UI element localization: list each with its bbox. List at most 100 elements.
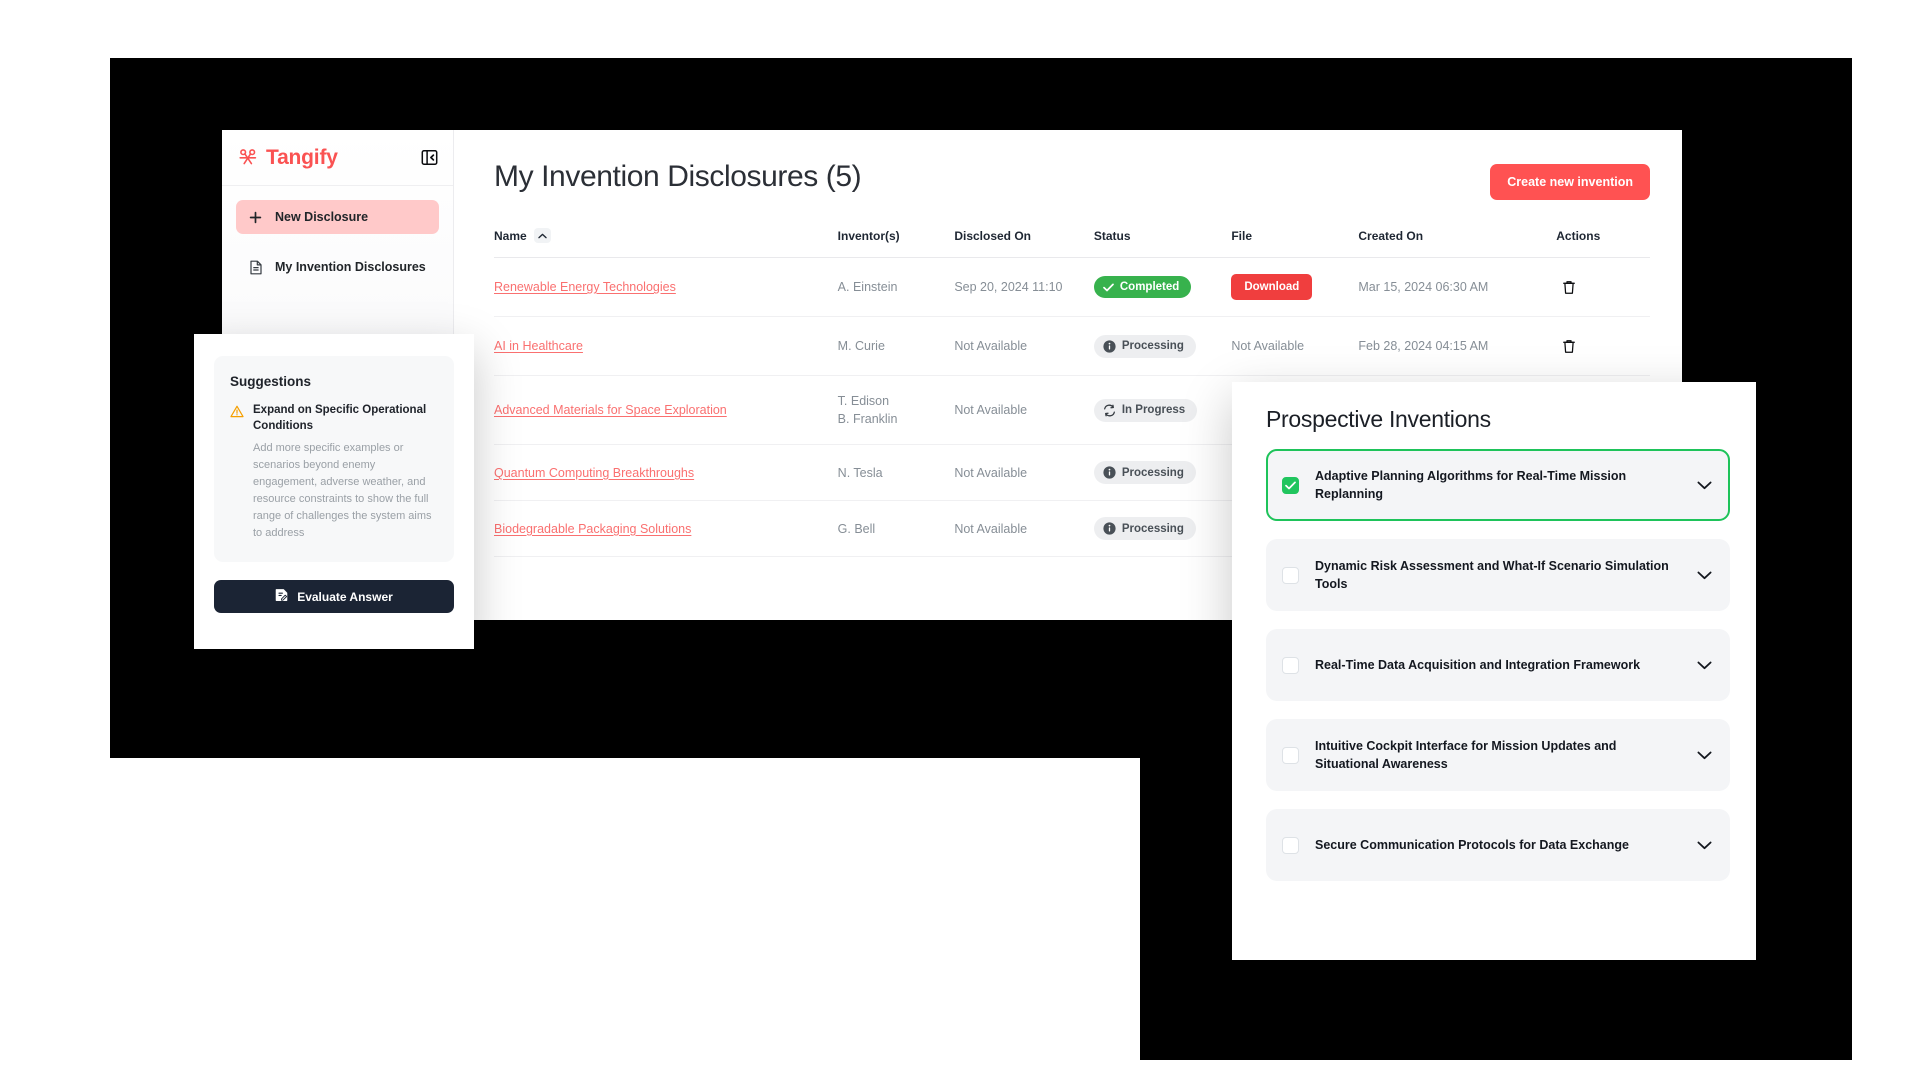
table-row: Renewable Energy Technologies A. Einstein…: [494, 257, 1650, 317]
content-header: My Invention Disclosures (5) Create new …: [494, 160, 1650, 200]
evaluate-answer-label: Evaluate Answer: [297, 589, 393, 604]
status-label: Processing: [1121, 466, 1184, 479]
invention-label: Real-Time Data Acquisition and Integrati…: [1315, 657, 1641, 672]
cell-inventors: N. Tesla: [837, 444, 955, 502]
sort-ascending-icon[interactable]: [533, 228, 551, 243]
inventor-name: B. Franklin: [837, 412, 898, 427]
cell-name: AI in Healthcare: [494, 316, 838, 376]
prospective-invention-item[interactable]: Secure Communication Protocols for Data …: [1266, 809, 1730, 881]
cell-name: Advanced Materials for Space Exploration: [494, 375, 838, 446]
inventor-name: G. Bell: [837, 521, 876, 536]
brand-row: Tangify: [222, 130, 453, 186]
prospective-invention-item[interactable]: Dynamic Risk Assessment and What-If Scen…: [1266, 539, 1730, 611]
cell-created-on: Feb 28, 2024 04:15 AM: [1358, 316, 1557, 376]
inventor-name: N. Tesla: [837, 465, 883, 480]
prospective-inventions-panel: Prospective Inventions Adaptive Planning…: [1232, 382, 1756, 960]
cell-status: Processing: [1093, 500, 1232, 558]
cell-actions: [1556, 316, 1650, 376]
cell-status: Completed: [1093, 257, 1232, 317]
inventor-name: A. Einstein: [837, 279, 898, 294]
sidebar-item-my-invention-disclosures[interactable]: My Invention Disclosures: [236, 250, 439, 284]
cell-disclosed-on: Sep 20, 2024 11:10: [954, 257, 1094, 317]
evaluate-answer-button[interactable]: Evaluate Answer: [214, 580, 454, 614]
suggestion-heading: Expand on Specific Operational Condition…: [253, 404, 427, 432]
cell-disclosed-on: Not Available: [954, 375, 1094, 446]
cell-name: Quantum Computing Breakthroughs: [494, 444, 838, 502]
prospective-inventions-title: Prospective Inventions: [1266, 406, 1491, 432]
brand-name: Tangify: [266, 145, 338, 169]
disclosure-name-link[interactable]: Quantum Computing Breakthroughs: [494, 466, 694, 480]
invention-checkbox[interactable]: [1282, 566, 1299, 584]
warning-icon: [230, 405, 244, 542]
cell-file: Download: [1231, 257, 1359, 317]
status-badge: Processing: [1093, 334, 1196, 358]
panel-collapse-icon[interactable]: [419, 148, 439, 168]
chevron-down-icon[interactable]: [1696, 841, 1712, 850]
suggestion-entry: Expand on Specific Operational Condition…: [230, 403, 438, 542]
info-icon: [1103, 466, 1116, 479]
cell-disclosed-on: Not Available: [954, 500, 1094, 558]
cell-status: Processing: [1093, 316, 1232, 376]
column-header-file[interactable]: File: [1231, 228, 1359, 258]
cell-created-on: Mar 15, 2024 06:30 AM: [1358, 257, 1557, 317]
cell-inventors: G. Bell: [837, 500, 955, 558]
cell-disclosed-on: Not Available: [954, 316, 1094, 376]
invention-checkbox[interactable]: [1282, 656, 1299, 674]
column-header-created-on[interactable]: Created On: [1358, 228, 1557, 258]
download-button[interactable]: Download: [1231, 274, 1313, 300]
suggestions-title: Suggestions: [230, 374, 312, 389]
cell-file: Not Available: [1231, 316, 1359, 376]
file-status-text: Not Available: [1231, 339, 1305, 353]
inventor-name: M. Curie: [837, 338, 885, 353]
cell-disclosed-on: Not Available: [954, 444, 1094, 502]
inventor-name: T. Edison: [837, 394, 890, 408]
invention-checkbox[interactable]: [1282, 836, 1299, 854]
sidebar-item-label: My Invention Disclosures: [275, 260, 426, 274]
chevron-down-icon[interactable]: [1696, 571, 1712, 580]
status-label: Completed: [1119, 281, 1180, 293]
table-header-row: Name Inventor(s) Disclosed On Status Fil…: [494, 228, 1650, 258]
suggestion-body-text: Add more specific examples or scenarios …: [253, 442, 432, 540]
prospective-invention-item[interactable]: Intuitive Cockpit Interface for Mission …: [1266, 719, 1730, 791]
status-label: Processing: [1121, 522, 1184, 535]
cell-inventors: M. Curie: [837, 316, 955, 376]
column-header-status[interactable]: Status: [1093, 228, 1232, 258]
invention-label: Intuitive Cockpit Interface for Mission …: [1315, 738, 1617, 771]
tangify-logo-icon: [238, 148, 258, 168]
chevron-down-icon[interactable]: [1696, 661, 1712, 670]
chevron-down-icon[interactable]: [1696, 751, 1712, 760]
check-icon: [1103, 283, 1114, 292]
column-header-name[interactable]: Name: [494, 228, 838, 258]
plus-icon: [248, 210, 263, 225]
chevron-down-icon[interactable]: [1696, 481, 1712, 490]
status-badge: In Progress: [1093, 398, 1198, 422]
invention-label: Adaptive Planning Algorithms for Real-Ti…: [1315, 468, 1627, 501]
cell-inventors: A. Einstein: [837, 257, 955, 317]
disclosure-name-link[interactable]: Renewable Energy Technologies: [494, 280, 676, 294]
info-icon: [1103, 339, 1116, 353]
status-badge: Completed: [1093, 276, 1192, 298]
invention-checkbox[interactable]: [1282, 746, 1299, 764]
status-badge: Processing: [1093, 517, 1196, 541]
prospective-invention-item[interactable]: Real-Time Data Acquisition and Integrati…: [1266, 629, 1730, 701]
disclosure-name-link[interactable]: AI in Healthcare: [494, 339, 583, 353]
column-header-inventors[interactable]: Inventor(s): [837, 228, 955, 258]
prospective-invention-item[interactable]: Adaptive Planning Algorithms for Real-Ti…: [1266, 449, 1730, 521]
info-icon: [1103, 522, 1116, 535]
cell-status: In Progress: [1093, 375, 1232, 446]
sidebar-item-new-disclosure[interactable]: New Disclosure: [236, 200, 439, 234]
create-new-invention-button[interactable]: Create new invention: [1490, 164, 1650, 200]
disclosure-name-link[interactable]: Biodegradable Packaging Solutions: [494, 522, 691, 536]
cell-inventors: T. Edison B. Franklin: [837, 375, 955, 446]
suggestions-card: Suggestions Expand on Specific Operation…: [194, 334, 474, 649]
cell-name: Biodegradable Packaging Solutions: [494, 500, 838, 558]
sidebar-item-label: New Disclosure: [275, 210, 369, 224]
disclosure-name-link[interactable]: Advanced Materials for Space Exploration: [494, 403, 727, 417]
status-label: Processing: [1121, 340, 1184, 352]
delete-icon[interactable]: [1556, 333, 1582, 359]
prospective-inventions-list: Adaptive Planning Algorithms for Real-Ti…: [1266, 449, 1730, 881]
invention-checkbox[interactable]: [1282, 476, 1299, 494]
cell-name: Renewable Energy Technologies: [494, 257, 838, 317]
column-header-disclosed-on[interactable]: Disclosed On: [954, 228, 1094, 258]
delete-icon[interactable]: [1556, 274, 1582, 300]
